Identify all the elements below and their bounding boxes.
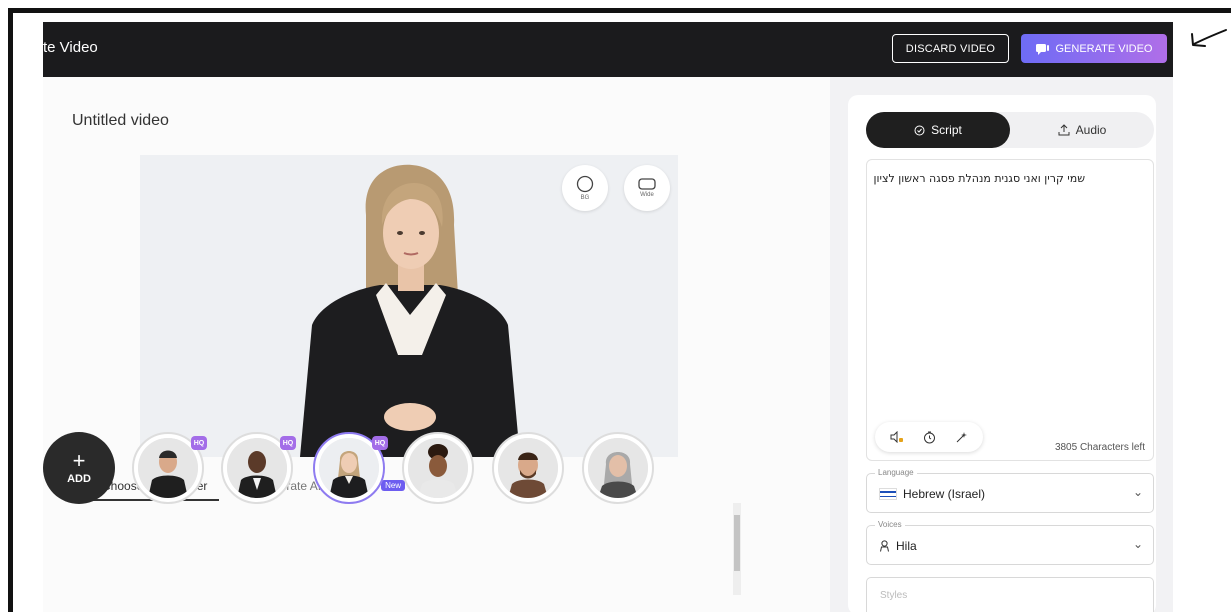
annotation-arrow-icon xyxy=(1191,29,1227,47)
plus-icon: + xyxy=(72,448,86,473)
script-text[interactable]: שמי קרין ואני סגנית מנהלת פסגה ראשון לצי… xyxy=(873,172,1085,185)
presenter-portrait xyxy=(588,438,648,498)
presenter-portrait xyxy=(138,438,198,498)
presenter-avatar[interactable] xyxy=(582,432,654,504)
presenter-portrait xyxy=(498,438,558,498)
language-value: Hebrew (Israel) xyxy=(903,487,986,501)
presenter-gallery: + ADD HQ HQ HQ xyxy=(43,432,703,512)
language-legend: Language xyxy=(875,468,917,477)
characters-left: 3805 Characters left xyxy=(1054,442,1145,453)
script-panel: Script Audio שמי קרין ואני סגנית מנהלת פ… xyxy=(830,77,1173,612)
generate-video-button[interactable]: GENERATE VIDEO xyxy=(1021,34,1167,63)
chat-bubble-icon xyxy=(914,125,925,135)
upload-icon xyxy=(1058,124,1070,136)
tab-script-label: Script xyxy=(931,123,962,137)
tab-audio[interactable]: Audio xyxy=(1010,112,1154,148)
presenter-scrollbar[interactable] xyxy=(733,503,741,595)
wide-frame-icon xyxy=(638,178,656,190)
app-frame: te Video DISCARD VIDEO GENERATE VIDEO Un… xyxy=(0,0,1231,612)
magic-wand-icon[interactable] xyxy=(955,431,968,444)
presenter-avatar[interactable] xyxy=(492,432,564,504)
script-card: Script Audio שמי קרין ואני סגנית מנהלת פ… xyxy=(848,95,1156,612)
hq-badge: HQ xyxy=(280,436,296,450)
presenter-portrait xyxy=(408,438,468,498)
generate-video-label: GENERATE VIDEO xyxy=(1055,42,1153,55)
styles-select[interactable]: Styles xyxy=(866,577,1154,612)
presenter-portrait xyxy=(319,438,379,498)
chevron-down-icon: ⌄ xyxy=(1132,537,1143,551)
circle-icon xyxy=(576,175,594,193)
hq-badge: HQ xyxy=(372,436,388,450)
script-toolbar xyxy=(875,422,983,452)
scrollbar-thumb[interactable] xyxy=(734,515,740,571)
add-label: ADD xyxy=(67,473,91,485)
script-audio-toggle: Script Audio xyxy=(866,112,1154,148)
top-bar: te Video DISCARD VIDEO GENERATE VIDEO xyxy=(43,22,1173,77)
video-title[interactable]: Untitled video xyxy=(72,112,169,130)
voice-person-icon xyxy=(880,540,889,552)
presenter-avatar[interactable] xyxy=(402,432,474,504)
tab-audio-label: Audio xyxy=(1075,123,1107,137)
discard-video-button[interactable]: DISCARD VIDEO xyxy=(892,34,1009,63)
language-select[interactable]: Language Hebrew (Israel) ⌄ xyxy=(866,468,1154,513)
video-chat-icon xyxy=(1035,43,1049,55)
wide-format-button[interactable]: Wide xyxy=(624,165,670,211)
background-button[interactable]: BG xyxy=(562,165,608,211)
presenter-portrait xyxy=(227,438,287,498)
israel-flag-icon xyxy=(879,488,897,500)
editor-pane: Untitled video BG Wide Choose Generate A… xyxy=(43,77,830,612)
timer-icon[interactable] xyxy=(923,431,936,444)
voice-value: Hila xyxy=(896,539,917,553)
hq-badge: HQ xyxy=(191,436,207,450)
add-presenter-button[interactable]: + ADD xyxy=(43,432,115,504)
tab-script[interactable]: Script xyxy=(866,112,1010,148)
voices-legend: Voices xyxy=(875,520,905,529)
chevron-down-icon: ⌄ xyxy=(1132,485,1143,499)
background-label: BG xyxy=(580,195,590,201)
voice-select[interactable]: Voices Hila ⌄ xyxy=(866,520,1154,565)
volume-icon[interactable] xyxy=(890,431,904,443)
script-textarea[interactable]: שמי קרין ואני סגנית מנהלת פסגה ראשון לצי… xyxy=(866,159,1154,461)
page-title: te Video xyxy=(43,39,98,56)
video-canvas[interactable]: BG Wide xyxy=(140,155,678,457)
styles-legend: Styles xyxy=(880,590,908,601)
wide-label: Wide xyxy=(640,192,654,198)
